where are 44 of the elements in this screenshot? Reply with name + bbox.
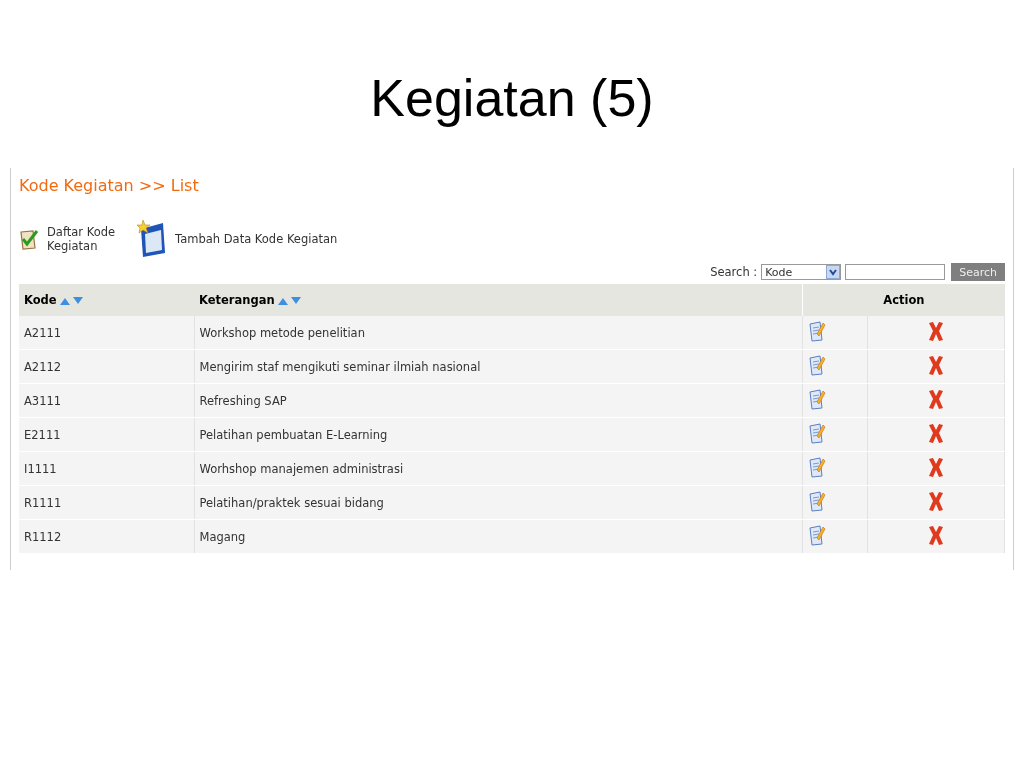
table-cell: Mengirim staf mengikuti seminar ilmiah nasional — [199, 359, 481, 374]
edit-icon[interactable] — [808, 490, 827, 512]
edit-icon[interactable] — [808, 354, 827, 376]
edit-icon[interactable] — [808, 524, 827, 546]
table-cell: Pelatihan pembuatan E-Learning — [199, 427, 388, 442]
table-cell: Magang — [199, 529, 246, 544]
edit-icon[interactable] — [808, 422, 827, 444]
delete-icon[interactable] — [927, 524, 946, 546]
search-button[interactable]: Search — [951, 263, 1005, 281]
column-header: Action — [883, 293, 925, 307]
table-cell: A2111 — [24, 325, 62, 340]
table-cell: R1111 — [24, 495, 62, 510]
table-cell: Refreshing SAP — [199, 393, 287, 408]
slide-title: Kegiatan (5) — [369, 68, 655, 129]
table-cell: I1111 — [24, 461, 57, 476]
delete-icon[interactable] — [927, 422, 946, 444]
checklist-icon[interactable] — [19, 228, 39, 250]
caret-icon[interactable] — [826, 265, 841, 279]
delete-icon[interactable] — [927, 388, 946, 410]
new-window-icon[interactable] — [137, 219, 168, 259]
edit-icon[interactable] — [808, 456, 827, 478]
table-cell: Pelatihan/praktek sesuai bidang — [199, 495, 384, 510]
toolbar-link[interactable]: Daftar Kode Kegiatan — [47, 224, 116, 254]
sort-icon[interactable] — [58, 294, 85, 306]
table-cell: Worhshop manajemen administrasi — [199, 461, 404, 476]
column-header[interactable]: Keterangan — [199, 293, 275, 307]
table-cell: R1112 — [24, 529, 62, 544]
edit-icon[interactable] — [808, 320, 827, 342]
search-field[interactable] — [845, 264, 946, 280]
delete-icon[interactable] — [927, 354, 946, 376]
table-cell: Workshop metode penelitian — [199, 325, 365, 340]
table-cell: A3111 — [24, 393, 62, 408]
sort-icon[interactable] — [276, 294, 303, 306]
search-label: Search : — [710, 265, 758, 279]
toolbar-link[interactable]: Tambah Data Kode Kegiatan — [175, 231, 338, 247]
column-header[interactable]: Kode — [24, 293, 57, 307]
search-dropdown[interactable]: Kode — [761, 264, 842, 280]
table-cell: E2111 — [24, 427, 61, 442]
delete-icon[interactable] — [927, 490, 946, 512]
delete-icon[interactable] — [927, 320, 946, 342]
edit-icon[interactable] — [808, 388, 827, 410]
table-cell: A2112 — [24, 359, 62, 374]
breadcrumb: Kode Kegiatan >> List — [19, 176, 199, 195]
delete-icon[interactable] — [927, 456, 946, 478]
